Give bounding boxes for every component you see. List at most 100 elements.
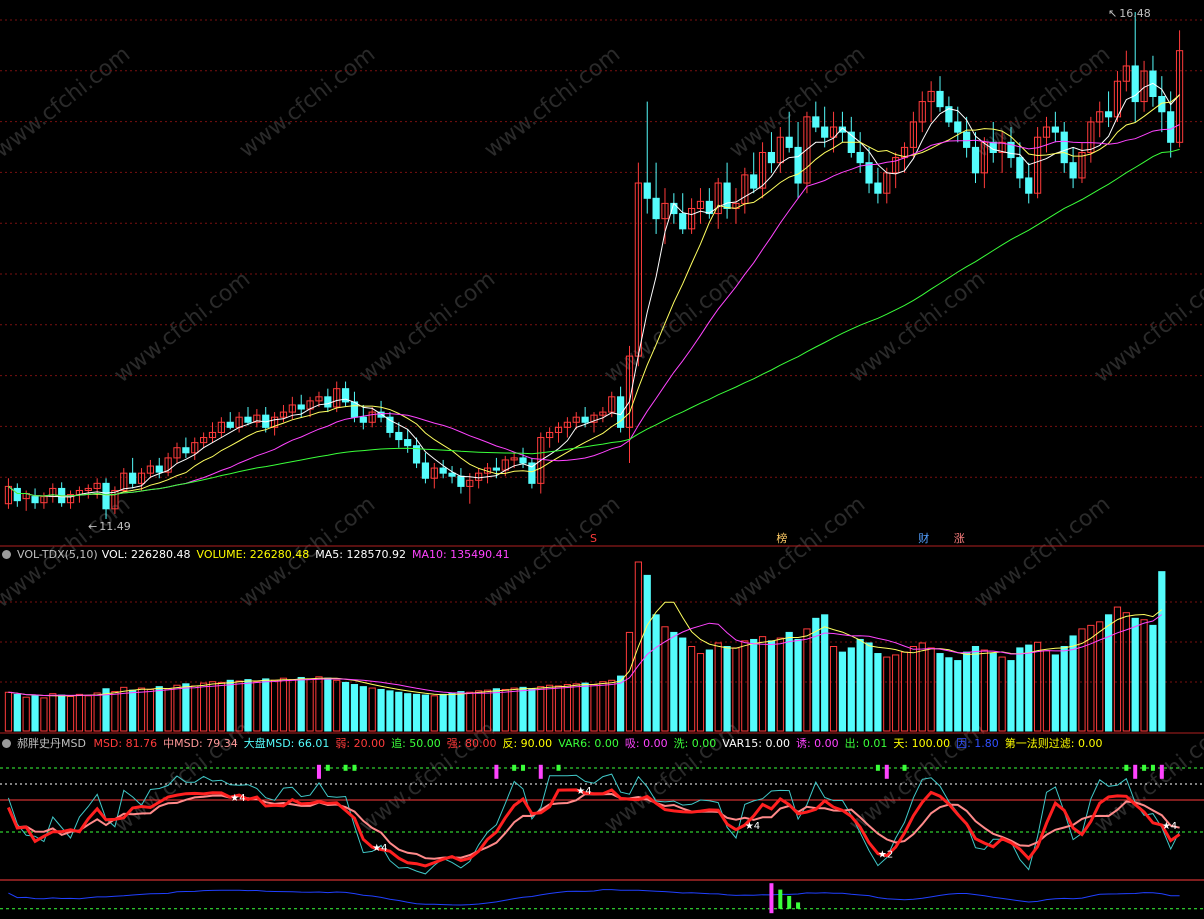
volume-bar: [617, 675, 625, 732]
signal-tick: [325, 764, 330, 771]
volume-bar: [324, 677, 332, 732]
signal-label: 财: [918, 532, 930, 545]
candle-body: [13, 487, 21, 502]
volume-bar: [217, 681, 225, 732]
volume-bar: [66, 695, 75, 732]
volume-indicator-name[interactable]: VOL-TDX(5,10): [17, 548, 98, 561]
msd-item-label: 诱: 0.00: [795, 737, 839, 750]
volume-bar: [1016, 647, 1024, 732]
signal-tick: [1124, 764, 1129, 771]
volume-bar: [1051, 654, 1059, 732]
volume-bar: [253, 681, 261, 732]
volume-bar: [350, 684, 359, 732]
signal-label: 榜: [776, 532, 788, 545]
candle-body: [244, 416, 252, 423]
candle-body: [767, 151, 776, 164]
volume-bar: [457, 691, 465, 732]
panel-menu-icon[interactable]: [2, 739, 11, 748]
volume-bar: [847, 647, 855, 732]
msd-item-label: 吸: 0.00: [624, 737, 668, 750]
volume-bar: [865, 642, 873, 732]
signal-bar: [787, 896, 792, 909]
candle-body: [395, 431, 403, 441]
candle-body: [350, 401, 359, 418]
candle-body: [679, 213, 687, 230]
volume-bar: [821, 614, 829, 732]
volume-bar: [998, 656, 1006, 732]
volume-bar: [448, 692, 456, 732]
market-msd-line: [7, 773, 1181, 875]
volume-bar: [829, 646, 838, 732]
msd-item-label: 出: 0.01: [844, 737, 888, 750]
volume-bar: [723, 646, 731, 732]
volume-bar: [22, 696, 30, 732]
volume-bar: [980, 649, 988, 732]
msd-indicator-name[interactable]: 郝胖史丹MSD: [17, 737, 86, 750]
candle-body: [297, 404, 305, 410]
volume-bar: [1096, 621, 1104, 732]
msd-item-label: 天: 100.00: [893, 737, 951, 750]
volume-bar: [404, 693, 412, 732]
signal-bar: [769, 883, 774, 914]
signal-bar: [796, 902, 801, 909]
signal-tick: [343, 764, 348, 771]
signal-tick: [902, 764, 907, 771]
candle-body: [723, 182, 731, 209]
volume-bar: [368, 687, 376, 732]
star-label: ★4: [576, 786, 591, 797]
volume-bar: [93, 692, 101, 732]
volume-bar: [58, 694, 66, 732]
volume-bar: [395, 691, 403, 732]
candle-body: [457, 475, 465, 487]
volume-bar: [386, 690, 394, 732]
volume-bar: [315, 676, 323, 732]
factor-line: [8, 889, 1180, 906]
volume-bar: [1007, 660, 1015, 732]
candle-body: [1060, 131, 1068, 164]
volume-bar: [714, 642, 722, 732]
volume-bar: [262, 678, 270, 732]
signal-tick: [1133, 764, 1138, 779]
candle-body: [386, 416, 394, 433]
msd-item-label: 第一法则过滤: 0.00: [1004, 737, 1103, 750]
volume-bar: [412, 693, 421, 732]
volume-bar: [4, 691, 13, 732]
volume-bar: [510, 687, 518, 732]
candle-body: [1025, 177, 1033, 194]
volume-bar: [439, 693, 447, 732]
volume-bar: [750, 638, 758, 732]
volume-bar: [581, 682, 589, 732]
volume-bar: [200, 682, 208, 732]
volume-bar: [1140, 619, 1148, 732]
volume-bar: [483, 689, 492, 732]
price-high-marker: ↖ 16.48: [1108, 7, 1151, 20]
signal-label: 涨: [953, 532, 965, 545]
volume-bar: [794, 638, 802, 732]
signal-tick: [352, 764, 357, 771]
candle-body: [794, 146, 802, 184]
volume-bar: [696, 653, 705, 732]
candle-body: [182, 447, 190, 454]
volume-bar: [475, 690, 483, 732]
volume-bar: [945, 657, 953, 732]
volume-bar: [954, 660, 962, 732]
candle-body: [448, 472, 456, 477]
signal-tick: [316, 764, 321, 779]
volume-bar: [1087, 624, 1095, 732]
panel-menu-icon[interactable]: [2, 550, 11, 559]
volume-bar: [599, 681, 607, 732]
candle-body: [581, 416, 589, 423]
volume-panel-header: VOL-TDX(5,10) VOL: 226280.48 VOLUME: 22628…: [0, 548, 516, 561]
candle-body: [226, 421, 234, 428]
volume-bar: [670, 631, 678, 732]
volume-bar: [918, 642, 926, 732]
price-low-label: 11.49: [99, 520, 131, 533]
volume-bar: [13, 693, 21, 732]
signal-tick: [884, 764, 889, 779]
candle-body: [971, 146, 980, 174]
signal-label: S: [590, 532, 597, 545]
candle-body: [404, 439, 412, 447]
volume-bar: [687, 646, 696, 732]
ma5-line: [8, 82, 1180, 498]
volume-bar: [173, 684, 181, 732]
